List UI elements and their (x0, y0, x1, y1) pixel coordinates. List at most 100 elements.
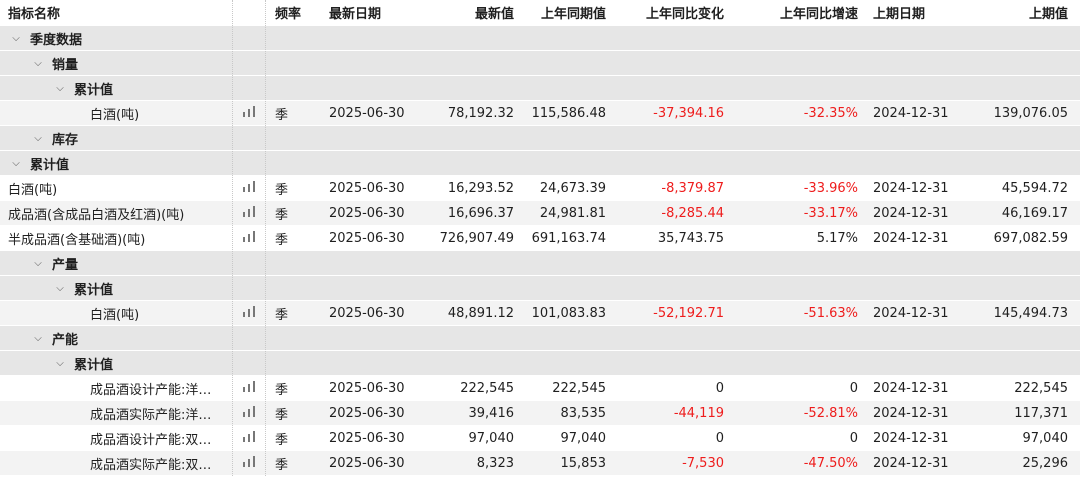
chart-cell (232, 426, 265, 450)
prev-year-value-cell: 97,040 (560, 430, 607, 446)
chevron-down-icon[interactable]: ⌵ (8, 33, 24, 44)
bar-chart-icon[interactable] (242, 380, 256, 396)
latest-value-cell: 726,907.49 (439, 230, 514, 246)
yoy-pct-cell: -51.63% (803, 305, 858, 321)
bar-chart-icon[interactable] (242, 405, 256, 421)
indicator-name[interactable]: 成品酒实际产能:洋… (0, 401, 232, 425)
yoy-change-cell: -37,394.16 (653, 105, 724, 121)
table-row[interactable]: 白酒(吨) 季 2025-06-30 78,192.32 115,586.48 -37,3… (0, 101, 1080, 126)
group-cell: ⌵ 库存 (0, 126, 232, 150)
header-prev-date[interactable]: 上期日期 (864, 0, 964, 25)
indicator-name[interactable]: 成品酒设计产能:洋… (0, 376, 232, 400)
prev-date-cell: 2024-12-31 (873, 430, 949, 446)
header-prev-value[interactable]: 上期值 (964, 0, 1080, 25)
group-row[interactable]: ⌵ 季度数据 (0, 26, 1080, 51)
chevron-down-icon[interactable]: ⌵ (52, 358, 68, 369)
table-row[interactable]: 成品酒设计产能:洋… 季 2025-06-30 222,545 222,545 0 0 202… (0, 376, 1080, 401)
header-yoy-change[interactable]: 上年同比变化 (612, 0, 730, 25)
indicator-name[interactable]: 成品酒(含成品白酒及红酒)(吨) (0, 201, 232, 225)
header-name[interactable]: 指标名称 (0, 0, 232, 25)
latest-value-cell: 222,545 (460, 380, 514, 396)
header-date[interactable]: 最新日期 (320, 0, 432, 25)
latest-date-cell: 2025-06-30 (329, 230, 405, 246)
prev-date-cell: 2024-12-31 (873, 455, 949, 471)
chevron-down-icon[interactable]: ⌵ (8, 158, 24, 169)
chart-cell (232, 201, 265, 225)
bar-chart-icon[interactable] (242, 430, 256, 446)
bar-chart-icon[interactable] (242, 455, 256, 471)
prev-date-cell: 2024-12-31 (873, 205, 949, 221)
group-label: 销量 (52, 57, 79, 73)
group-cell: ⌵ 累计值 (0, 351, 232, 375)
chart-cell (232, 401, 265, 425)
chevron-down-icon[interactable]: ⌵ (30, 58, 46, 69)
frequency-cell: 季 (275, 307, 289, 323)
group-row[interactable]: ⌵ 累计值 (0, 351, 1080, 376)
chevron-down-icon[interactable]: ⌵ (30, 258, 46, 269)
header-latest[interactable]: 最新值 (432, 0, 520, 25)
prev-year-value-cell: 222,545 (552, 380, 606, 396)
table-header: 指标名称 频率 最新日期 最新值 上年同期值 上年同比变化 上年同比增速 上期日… (0, 0, 1080, 26)
bar-chart-icon[interactable] (242, 205, 256, 221)
indicator-name[interactable]: 白酒(吨) (0, 176, 232, 200)
prev-value-cell: 222,545 (1014, 380, 1068, 396)
bar-chart-icon[interactable] (242, 105, 256, 121)
group-row[interactable]: ⌵ 累计值 (0, 151, 1080, 176)
indicator-name[interactable]: 成品酒设计产能:双… (0, 426, 232, 450)
group-label: 产量 (52, 257, 79, 273)
indicator-name[interactable]: 白酒(吨) (0, 101, 232, 125)
prev-year-value-cell: 115,586.48 (531, 105, 606, 121)
group-row[interactable]: ⌵ 销量 (0, 51, 1080, 76)
indicator-name[interactable]: 成品酒实际产能:双… (0, 451, 232, 475)
chevron-down-icon[interactable]: ⌵ (52, 83, 68, 94)
group-label: 季度数据 (30, 32, 83, 48)
bar-chart-icon[interactable] (242, 305, 256, 321)
chevron-down-icon[interactable]: ⌵ (30, 133, 46, 144)
group-row[interactable]: ⌵ 产量 (0, 251, 1080, 276)
group-row[interactable]: ⌵ 累计值 (0, 76, 1080, 101)
group-cell: ⌵ 累计值 (0, 276, 232, 300)
group-row[interactable]: ⌵ 累计值 (0, 276, 1080, 301)
group-row[interactable]: ⌵ 产能 (0, 326, 1080, 351)
group-cell: ⌵ 累计值 (0, 151, 232, 175)
table-row[interactable]: 成品酒实际产能:双… 季 2025-06-30 8,323 15,853 -7,530 -4… (0, 451, 1080, 476)
table-body: ⌵ 季度数据 ⌵ 销量 ⌵ 累计值 白酒(吨) 季 2025-06-30 78,192.32 115… (0, 26, 1080, 476)
table-row[interactable]: 半成品酒(含基础酒)(吨) 季 2025-06-30 726,907.49 691,16… (0, 226, 1080, 251)
bar-chart-icon[interactable] (242, 180, 256, 196)
yoy-change-cell: -7,530 (682, 455, 724, 471)
table-row[interactable]: 白酒(吨) 季 2025-06-30 16,293.52 24,673.39 -8,379… (0, 176, 1080, 201)
latest-date-cell: 2025-06-30 (329, 305, 405, 321)
column-divider (265, 0, 266, 476)
table-row[interactable]: 成品酒设计产能:双… 季 2025-06-30 97,040 97,040 0 0 2024-… (0, 426, 1080, 451)
table-row[interactable]: 成品酒实际产能:洋… 季 2025-06-30 39,416 83,535 -44,119… (0, 401, 1080, 426)
table-row[interactable]: 白酒(吨) 季 2025-06-30 48,891.12 101,083.83 -52,1… (0, 301, 1080, 326)
prev-value-cell: 97,040 (1022, 430, 1069, 446)
yoy-change-cell: -8,285.44 (661, 205, 724, 221)
latest-date-cell: 2025-06-30 (329, 205, 405, 221)
yoy-pct-cell: -33.96% (803, 180, 858, 196)
prev-value-cell: 145,494.73 (993, 305, 1068, 321)
chevron-down-icon[interactable]: ⌵ (52, 283, 68, 294)
indicator-name[interactable]: 白酒(吨) (0, 301, 232, 325)
chart-cell (232, 301, 265, 325)
chart-cell (232, 176, 265, 200)
header-freq[interactable]: 频率 (265, 0, 320, 25)
indicator-name[interactable]: 半成品酒(含基础酒)(吨) (0, 226, 232, 250)
header-yoy-pct[interactable]: 上年同比增速 (730, 0, 864, 25)
chevron-down-icon[interactable]: ⌵ (30, 333, 46, 344)
table-row[interactable]: 成品酒(含成品白酒及红酒)(吨) 季 2025-06-30 16,696.37 24,9… (0, 201, 1080, 226)
bar-chart-icon[interactable] (242, 230, 256, 246)
group-row[interactable]: ⌵ 库存 (0, 126, 1080, 151)
group-label: 库存 (52, 132, 79, 148)
latest-date-cell: 2025-06-30 (329, 405, 405, 421)
chart-cell (232, 451, 265, 475)
frequency-cell: 季 (275, 182, 289, 198)
prev-year-value-cell: 83,535 (560, 405, 607, 421)
yoy-pct-cell: -47.50% (803, 455, 858, 471)
yoy-pct-cell: 0 (849, 430, 858, 446)
latest-date-cell: 2025-06-30 (329, 455, 405, 471)
header-prev-year[interactable]: 上年同期值 (520, 0, 612, 25)
latest-value-cell: 16,696.37 (447, 205, 514, 221)
prev-date-cell: 2024-12-31 (873, 305, 949, 321)
indicator-table: 指标名称 频率 最新日期 最新值 上年同期值 上年同比变化 上年同比增速 上期日… (0, 0, 1080, 476)
